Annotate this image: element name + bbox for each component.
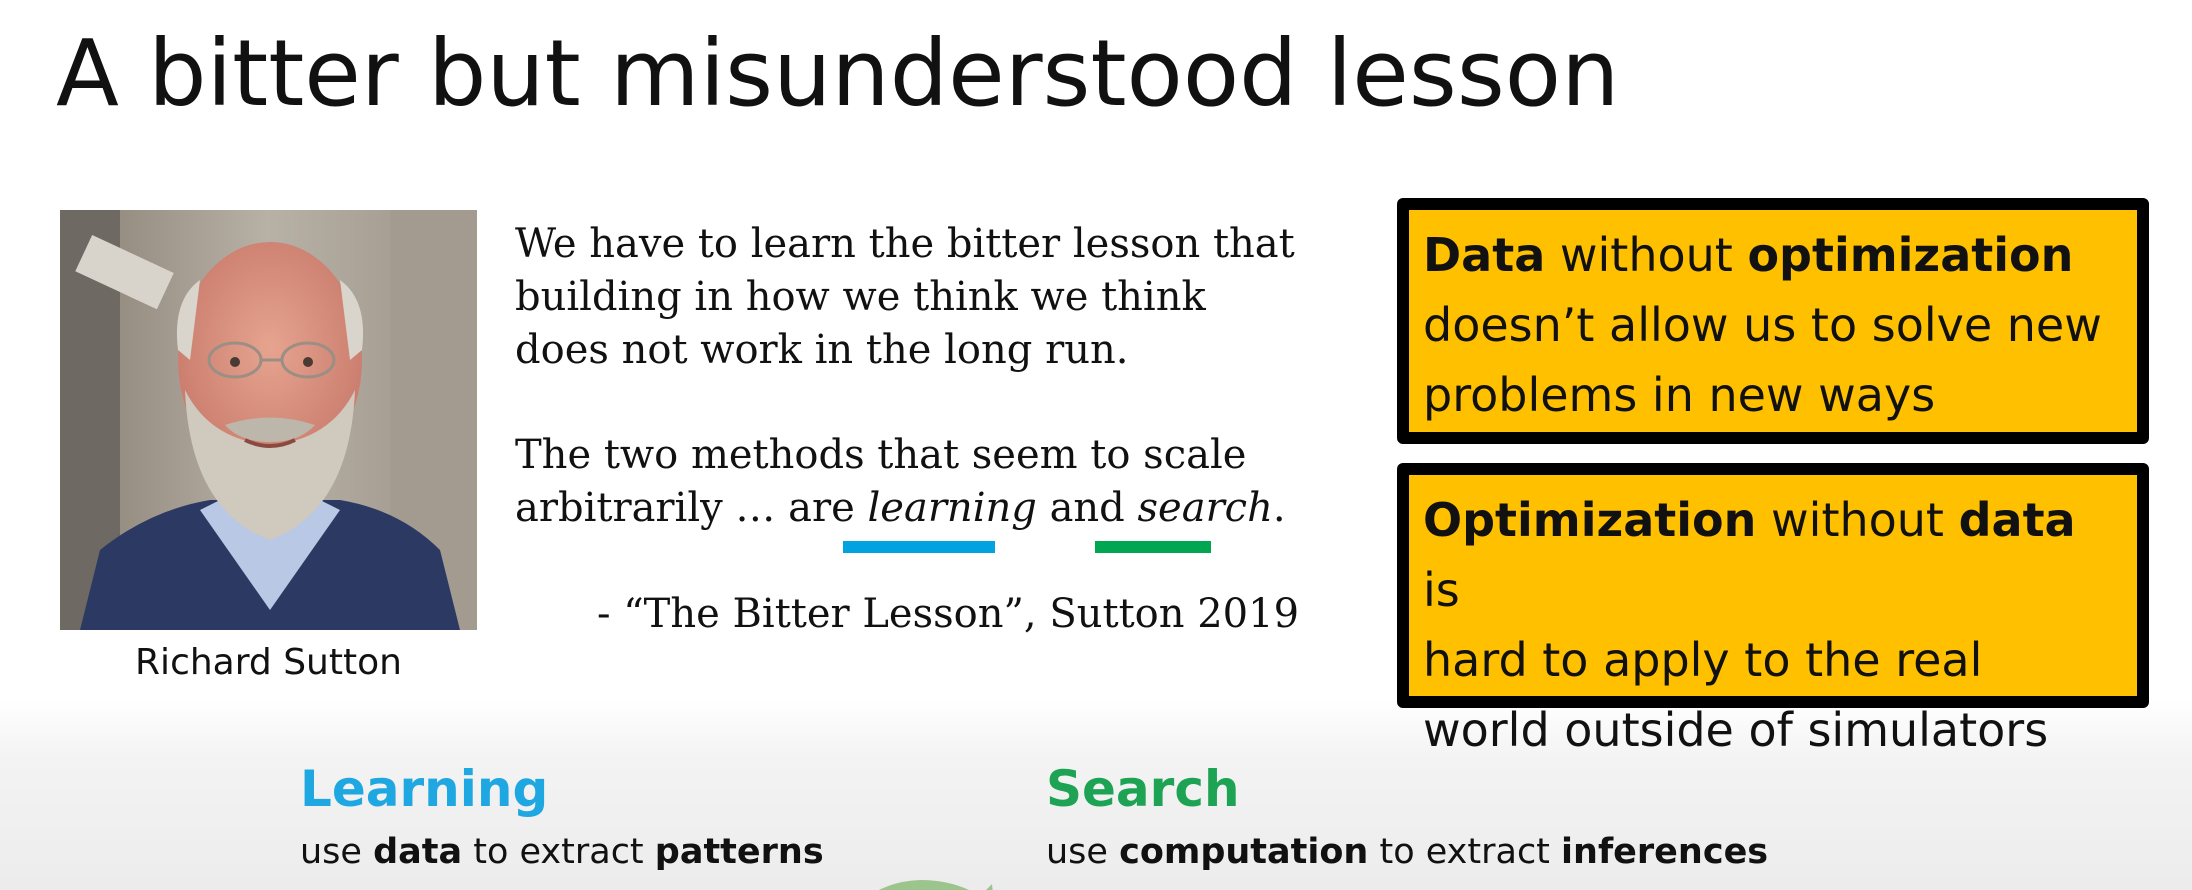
search-underline (1095, 541, 1211, 553)
box-bold-text: Data (1423, 228, 1546, 282)
quote-line: building in how we think we think (515, 274, 1206, 320)
cycle-arrow-icon (840, 862, 1000, 890)
box-bold-text: Optimization (1423, 493, 1757, 547)
box-bold-text: optimization (1747, 228, 2074, 282)
portrait-photo (60, 210, 477, 630)
quote-line: does not work in the long run. (515, 327, 1129, 373)
quote-line: We have to learn the bitter lesson that (515, 221, 1295, 267)
box-bold-text: data (1958, 493, 2076, 547)
desc-bold: computation (1119, 832, 1369, 872)
desc-bold: patterns (654, 832, 824, 872)
box-line: Data without optimization (1423, 220, 2121, 290)
desc-text: to extract (462, 832, 655, 872)
search-description: use computation to extract inferences (1046, 832, 1768, 872)
desc-bold: inferences (1561, 832, 1769, 872)
bitter-lesson-quote: We have to learn the bitter lesson that … (515, 218, 1335, 637)
learning-underline (843, 541, 995, 553)
quote-line: The two methods that seem to scale (515, 432, 1247, 478)
learning-description: use data to extract patterns (300, 832, 824, 872)
slide-title: A bitter but misunderstood lesson (56, 20, 1620, 127)
portrait-caption: Richard Sutton (135, 642, 402, 683)
desc-text: use (300, 832, 374, 872)
learning-heading: Learning (300, 760, 549, 818)
box-text: without (1545, 228, 1748, 282)
quote-word-search: search (1137, 485, 1273, 531)
search-heading: Search (1046, 760, 1240, 818)
quote-text: arbitrarily … are (515, 485, 868, 531)
desc-text: use (1046, 832, 1120, 872)
desc-text: to extract (1368, 832, 1562, 872)
box-line: hard to apply to the real (1423, 633, 1983, 687)
desc-bold: data (373, 832, 463, 872)
box-text: is (1423, 563, 1460, 617)
quote-line: arbitrarily … are learning and search. (515, 482, 1335, 535)
quote-word-learning: learning (867, 485, 1037, 531)
quote-text: . (1272, 485, 1286, 531)
quote-text: and (1036, 485, 1138, 531)
box-line: problems in new ways (1423, 368, 1936, 422)
box-line: world outside of simulators (1423, 703, 2049, 757)
slide: A bitter but misunderstood lesson Richar… (0, 0, 2192, 890)
box-text: without (1756, 493, 1959, 547)
quote-attribution: - “The Bitter Lesson”, Sutton 2019 (597, 591, 1300, 637)
box-line: doesn’t allow us to solve new (1423, 298, 2102, 352)
optimization-without-data-box: Optimization without data is hard to app… (1397, 463, 2149, 757)
box-line: Optimization without data is (1423, 485, 2121, 625)
data-without-optimization-box: Data without optimization doesn’t allow … (1397, 198, 2149, 444)
